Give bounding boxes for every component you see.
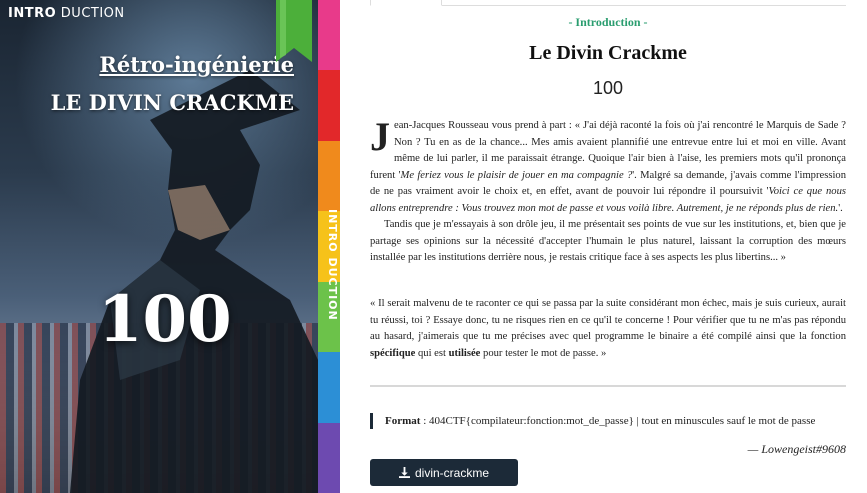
brand-light: DUCTION xyxy=(56,6,125,21)
spine-stripe xyxy=(318,352,340,424)
quote-bold: utilisée xyxy=(448,347,481,359)
story-text: '. xyxy=(838,202,843,214)
section-label: - Introduction - xyxy=(568,15,648,29)
format-label: Format xyxy=(385,415,421,427)
story-italic: Me feriez vous le plaisir de jouer en ma… xyxy=(400,169,633,181)
challenge-card-image: INTRO DUCTION Rétro-ingénierie LE DIVIN … xyxy=(0,0,340,493)
challenge-story: Jean-Jacques Rousseau vous prend à part … xyxy=(370,114,846,267)
spine-stripe xyxy=(318,70,340,142)
cover-art: INTRO DUCTION Rétro-ingénierie LE DIVIN … xyxy=(0,0,318,493)
cover-title: LE DIVIN CRACKME xyxy=(50,90,294,115)
format-value: : 404CTF{compilateur:fonction:mot_de_pas… xyxy=(420,415,816,427)
cover-score: 100 xyxy=(98,282,232,357)
tab-active[interactable] xyxy=(370,0,442,6)
spine-stripe xyxy=(318,0,340,72)
story-paragraph-1: Jean-Jacques Rousseau vous prend à part … xyxy=(370,114,846,217)
download-icon xyxy=(398,467,410,478)
tab-strip xyxy=(370,0,846,6)
download-label: divin-crackme xyxy=(414,465,489,480)
spine-label: INTRO DUCTION xyxy=(326,209,339,321)
challenge-quote: « Il serait malvenu de te raconter ce qu… xyxy=(370,296,846,362)
challenge-author: — Lowengeist#9608 xyxy=(747,442,846,456)
divider xyxy=(370,385,846,387)
flag-format: Format : 404CTF{compilateur:fonction:mot… xyxy=(370,413,846,429)
quote-text: qui est xyxy=(415,347,449,359)
brand-bold: INTRO xyxy=(8,6,57,21)
brand-logo: INTRO DUCTION xyxy=(8,6,125,21)
quote-text: pour tester le mot de passe. » xyxy=(480,347,607,359)
spine-stripe xyxy=(318,140,340,213)
spine-stripe xyxy=(318,422,340,493)
download-button[interactable]: divin-crackme xyxy=(370,459,518,486)
drop-cap: J xyxy=(370,114,390,159)
ribbon-bookmark-icon xyxy=(276,0,312,62)
cover-category: Rétro-ingénierie xyxy=(99,52,294,77)
quote-text: « Il serait malvenu de te raconter ce qu… xyxy=(370,298,846,342)
quote-bold: spécifique xyxy=(370,347,416,359)
challenge-points: 100 xyxy=(592,78,624,98)
story-paragraph-2: Tandis que je m'essayais à son drôle jeu… xyxy=(370,219,846,263)
challenge-details: - Introduction - Le Divin Crackme 100 Je… xyxy=(370,0,846,493)
challenge-title: Le Divin Crackme xyxy=(529,42,687,64)
